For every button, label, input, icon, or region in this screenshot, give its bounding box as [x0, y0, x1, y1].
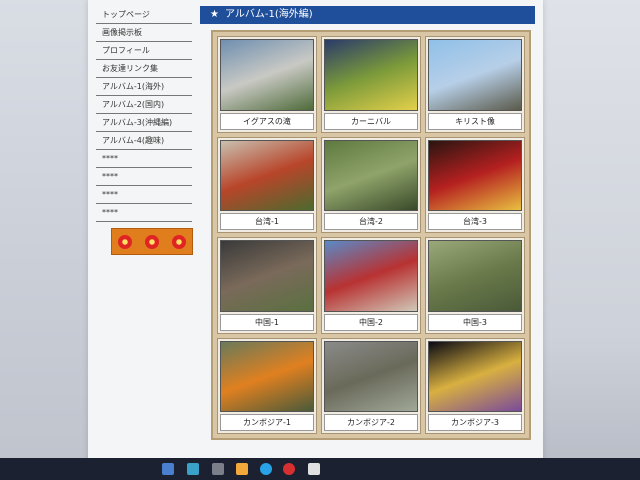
page-title: アルバム-1(海外編)	[224, 9, 313, 20]
album-caption: カンボジア-3	[428, 414, 522, 431]
nav-item-album-3[interactable]: アルバム-3(沖縄編)	[96, 114, 192, 132]
album-caption: 台湾-2	[324, 213, 418, 230]
album-item[interactable]: カンボジア-1	[217, 337, 317, 434]
album-grid: イグアスの滝 カーニバル キリスト像台湾-1 台湾-2 台湾-3 中国-1 中国-2 中国-3…	[217, 36, 525, 434]
media-icon[interactable]	[283, 463, 295, 475]
album-photo[interactable]	[324, 240, 418, 312]
sidebar-nav: トップページ 画像掲示板 プロフィール お友達リンク集 アルバム-1(海外) ア…	[96, 6, 192, 222]
background-wall-left	[0, 0, 88, 480]
nav-item-placeholder[interactable]: ****	[96, 186, 192, 204]
background-wall-right	[528, 0, 640, 480]
album-caption: 中国-3	[428, 313, 522, 331]
album-photo[interactable]	[428, 139, 522, 211]
album-item[interactable]: 中国-2	[321, 237, 421, 334]
flower-icon	[118, 234, 133, 249]
store-icon[interactable]	[187, 463, 199, 475]
album-item[interactable]: カンボジア-2	[321, 337, 421, 434]
album-caption: 台湾-3	[428, 213, 522, 230]
album-caption: 中国-1	[220, 313, 314, 331]
nav-item-links[interactable]: お友達リンク集	[96, 60, 192, 78]
album-item[interactable]: キリスト像	[425, 36, 525, 133]
album-photo[interactable]	[324, 39, 418, 111]
album-photo[interactable]	[324, 340, 418, 412]
album-item[interactable]: 中国-1	[217, 237, 317, 334]
nav-item-placeholder[interactable]: ****	[96, 204, 192, 222]
album-caption: カンボジア-2	[324, 414, 418, 431]
album-item[interactable]: イグアスの滝	[217, 36, 317, 133]
album-caption: キリスト像	[428, 112, 522, 130]
app-icon[interactable]	[308, 463, 320, 475]
nav-item-album-1[interactable]: アルバム-1(海外)	[96, 78, 192, 96]
album-photo[interactable]	[428, 240, 522, 312]
nav-item-placeholder[interactable]: ****	[96, 168, 192, 186]
nav-item-top[interactable]: トップページ	[96, 6, 192, 24]
nav-item-album-4[interactable]: アルバム-4(趣味)	[96, 132, 192, 150]
album-item[interactable]: カーニバル	[321, 36, 421, 133]
album-item[interactable]: 台湾-3	[425, 136, 525, 233]
album-item[interactable]: 台湾-1	[217, 136, 317, 233]
page-title-bar: ★ アルバム-1(海外編)	[200, 6, 535, 24]
album-caption: カンボジア-1	[220, 414, 314, 431]
star-icon: ★	[210, 9, 219, 20]
nav-item-profile[interactable]: プロフィール	[96, 42, 192, 60]
nav-item-album-2[interactable]: アルバム-2(国内)	[96, 96, 192, 114]
taskbar	[0, 458, 640, 480]
flower-icon	[171, 234, 186, 249]
main-content: ★ アルバム-1(海外編)	[200, 6, 535, 24]
album-photo[interactable]	[220, 39, 314, 111]
album-photo[interactable]	[220, 240, 314, 312]
browser-icon[interactable]	[162, 463, 174, 475]
album-caption: カーニバル	[324, 112, 418, 130]
app-icon[interactable]	[212, 463, 224, 475]
nav-item-bbs[interactable]: 画像掲示板	[96, 24, 192, 42]
globe-icon[interactable]	[260, 463, 272, 475]
folder-icon[interactable]	[236, 463, 248, 475]
album-photo[interactable]	[324, 139, 418, 211]
album-photo[interactable]	[428, 340, 522, 412]
album-item[interactable]: 台湾-2	[321, 136, 421, 233]
album-caption: 台湾-1	[220, 213, 314, 230]
flower-icon	[144, 234, 159, 249]
album-caption: イグアスの滝	[220, 112, 314, 130]
nav-item-placeholder[interactable]: ****	[96, 150, 192, 168]
album-caption: 中国-2	[324, 313, 418, 331]
album-item[interactable]: 中国-3	[425, 237, 525, 334]
album-frame: イグアスの滝 カーニバル キリスト像台湾-1 台湾-2 台湾-3 中国-1 中国-2 中国-3…	[211, 30, 531, 440]
album-photo[interactable]	[428, 39, 522, 111]
album-item[interactable]: カンボジア-3	[425, 337, 525, 434]
album-photo[interactable]	[220, 340, 314, 412]
album-photo[interactable]	[220, 139, 314, 211]
flower-banner[interactable]	[111, 228, 193, 255]
